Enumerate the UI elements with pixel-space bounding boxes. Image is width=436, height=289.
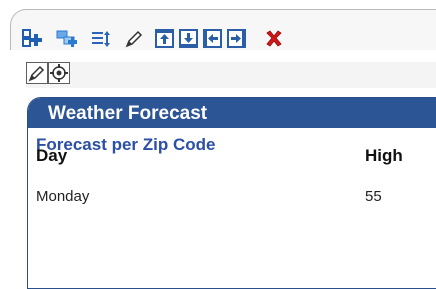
move-up-icon[interactable] [154, 28, 176, 50]
edit-pencil-icon[interactable] [26, 62, 48, 84]
portlet-toolbar [10, 9, 436, 50]
edit-controls [26, 62, 436, 88]
high-cell: 55 [365, 188, 382, 205]
pencil-edit-icon[interactable] [123, 28, 145, 50]
delete-icon[interactable] [263, 28, 285, 50]
portlet-title: Weather Forecast [28, 98, 436, 128]
day-cell: Monday [36, 188, 90, 205]
weather-forecast-portlet: Weather Forecast Forecast per Zip Code D… [27, 97, 436, 289]
move-right-icon[interactable] [226, 28, 248, 50]
reorder-list-icon[interactable] [91, 28, 113, 50]
copy-portlet-icon[interactable] [56, 28, 78, 50]
move-down-icon[interactable] [178, 28, 200, 50]
move-left-icon[interactable] [202, 28, 224, 50]
settings-icon[interactable] [48, 62, 70, 84]
add-portlet-icon[interactable] [21, 28, 43, 50]
column-header-high: High [365, 146, 403, 165]
column-header-day: Day [36, 146, 68, 165]
